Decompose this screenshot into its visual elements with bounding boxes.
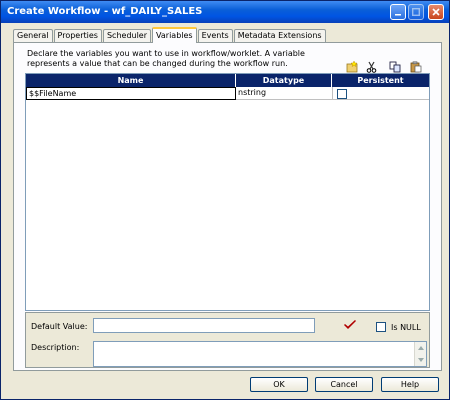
description-textarea[interactable] (93, 341, 427, 367)
scroll-down-icon[interactable] (417, 356, 425, 364)
copy-icon[interactable] (389, 61, 402, 73)
default-value-input[interactable] (93, 318, 315, 333)
variable-persistent-cell (332, 87, 429, 100)
description-label: Description: (31, 343, 80, 352)
cancel-button[interactable]: Cancel (315, 377, 373, 392)
column-header-persistent[interactable]: Persistent (332, 74, 429, 87)
tab-variables[interactable]: Variables (152, 27, 197, 43)
validate-checkmark-icon[interactable] (343, 319, 357, 331)
variable-name-cell[interactable]: $$FileName (26, 87, 236, 100)
description-line: Declare the variables you want to use in… (27, 49, 305, 58)
create-workflow-dialog: Create Workflow - wf_DAILY_SALES General… (0, 0, 450, 400)
persistent-checkbox[interactable] (337, 89, 347, 99)
new-variable-icon[interactable] (346, 61, 359, 73)
paste-icon[interactable] (410, 61, 423, 73)
column-header-name[interactable]: Name (26, 74, 236, 87)
default-value-label: Default Value: (31, 322, 88, 331)
is-null-label: Is NULL (391, 323, 421, 332)
variable-datatype-cell[interactable]: nstring (236, 87, 332, 100)
table-row[interactable]: $$FileName nstring (26, 87, 429, 100)
maximize-button[interactable] (408, 4, 424, 20)
description-line: represents a value that can be changed d… (27, 59, 288, 68)
description-scrollbar[interactable] (414, 342, 426, 366)
tab-metadata-extensions[interactable]: Metadata Extensions (233, 29, 326, 43)
cut-icon[interactable] (365, 61, 378, 73)
minimize-button[interactable] (390, 4, 406, 20)
tab-strip: General Properties Scheduler Variables E… (13, 27, 327, 43)
is-null-checkbox[interactable] (376, 322, 386, 332)
close-button[interactable] (428, 4, 444, 20)
variables-description: Declare the variables you want to use in… (27, 49, 327, 69)
tab-scheduler[interactable]: Scheduler (102, 29, 152, 43)
title-bar[interactable]: Create Workflow - wf_DAILY_SALES (1, 1, 449, 23)
grid-header: Name Datatype Persistent (26, 74, 429, 87)
tab-properties[interactable]: Properties (53, 29, 102, 43)
scroll-up-icon[interactable] (417, 344, 425, 352)
variables-grid: Name Datatype Persistent $$FileName nstr… (25, 73, 430, 311)
help-button[interactable]: Help (381, 377, 439, 392)
tab-general[interactable]: General (13, 29, 53, 43)
ok-button[interactable]: OK (250, 377, 308, 392)
column-header-datatype[interactable]: Datatype (236, 74, 332, 87)
window-title: Create Workflow - wf_DAILY_SALES (7, 6, 203, 17)
tab-events[interactable]: Events (197, 29, 233, 43)
